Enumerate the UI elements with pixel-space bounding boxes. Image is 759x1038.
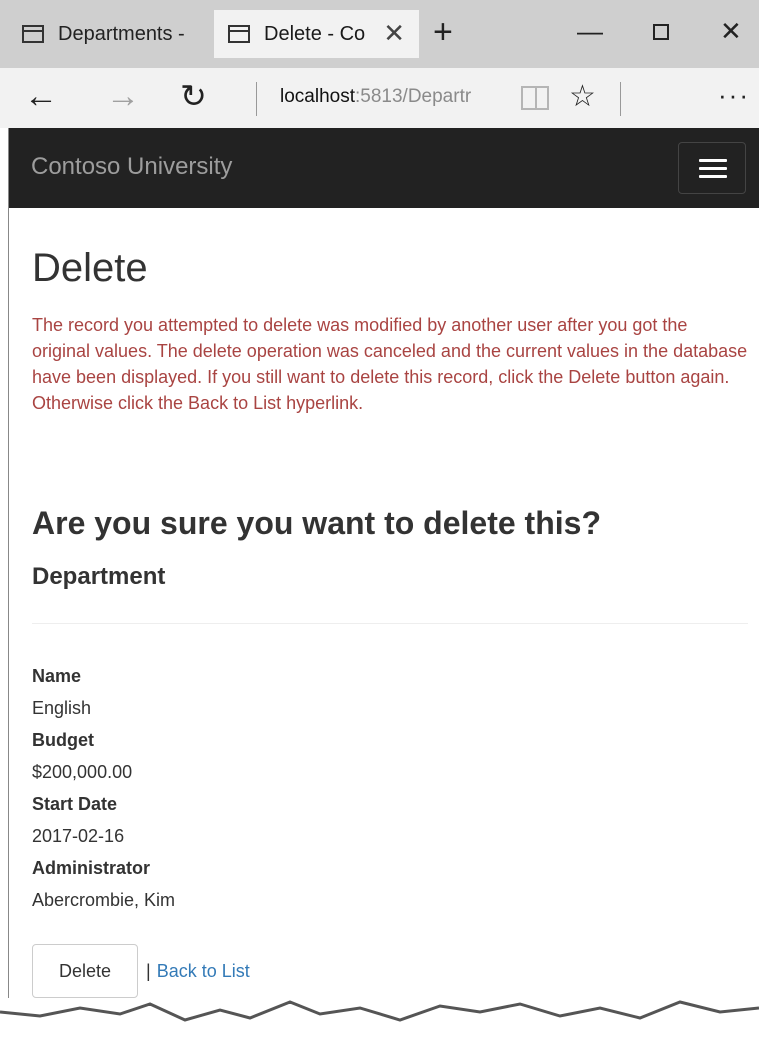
back-arrow-icon[interactable]: ← bbox=[24, 76, 58, 116]
window-frame-edge bbox=[8, 128, 9, 998]
divider bbox=[32, 623, 748, 624]
navbar-toggle-button[interactable] bbox=[678, 142, 746, 194]
site-brand-link[interactable]: Contoso University bbox=[31, 153, 232, 181]
address-separator bbox=[256, 82, 257, 116]
field-value-budget: $200,000.00 bbox=[32, 762, 133, 782]
forward-arrow-icon[interactable]: → bbox=[106, 76, 140, 116]
toolbar-separator bbox=[620, 82, 621, 116]
page-title: Delete bbox=[32, 246, 148, 290]
field-label-administrator: Administrator bbox=[32, 858, 151, 878]
page-icon bbox=[228, 25, 250, 43]
hamburger-icon-bar bbox=[699, 175, 727, 178]
favorite-star-icon[interactable]: ☆ bbox=[569, 80, 596, 114]
concurrency-error-message: The record you attempted to delete was m… bbox=[32, 315, 748, 413]
tab-delete[interactable]: Delete - Co ✕ bbox=[214, 10, 419, 58]
address-bar-row: ← → ↻ localhost:5813/Departr ☆ ··· bbox=[0, 68, 759, 128]
reading-view-icon[interactable] bbox=[521, 86, 549, 110]
field-label-name: Name bbox=[32, 666, 82, 686]
page-icon bbox=[22, 25, 44, 43]
url-path: :5813/Departr bbox=[355, 86, 472, 107]
field-label-start-date: Start Date bbox=[32, 794, 118, 814]
action-separator: | bbox=[146, 960, 151, 981]
tab-close-icon[interactable]: ✕ bbox=[383, 18, 405, 48]
browser-window: Departments - Delete - Co ✕ + — ✕ ← → ↻ … bbox=[0, 0, 759, 1038]
more-options-icon[interactable]: ··· bbox=[718, 80, 750, 110]
details-list: Name English Budget $200,000.00 Start Da… bbox=[32, 660, 175, 916]
url-host: localhost bbox=[280, 86, 355, 107]
tab-title: Departments - bbox=[58, 22, 185, 45]
maximize-icon[interactable] bbox=[653, 14, 669, 48]
field-value-start-date: 2017-02-16 bbox=[32, 826, 125, 846]
field-label-budget: Budget bbox=[32, 730, 94, 750]
torn-edge-decoration bbox=[0, 1000, 759, 1038]
tab-strip: Departments - Delete - Co ✕ + — ✕ bbox=[0, 0, 759, 68]
hamburger-icon-bar bbox=[699, 167, 727, 170]
hamburger-icon bbox=[699, 159, 727, 162]
site-navbar: Contoso University bbox=[9, 128, 759, 208]
entity-heading: Department bbox=[32, 563, 166, 590]
field-value-name: English bbox=[32, 698, 92, 718]
url-field[interactable]: localhost:5813/Departr bbox=[280, 86, 471, 108]
new-tab-icon[interactable]: + bbox=[433, 14, 453, 50]
confirm-heading: Are you sure you want to delete this? bbox=[32, 505, 601, 541]
window-close-icon[interactable]: ✕ bbox=[720, 14, 742, 48]
back-to-list-link[interactable]: Back to List bbox=[157, 961, 250, 982]
refresh-icon[interactable]: ↻ bbox=[180, 76, 207, 116]
tab-title: Delete - Co bbox=[264, 22, 366, 45]
field-value-administrator: Abercrombie, Kim bbox=[32, 890, 176, 910]
tab-departments[interactable]: Departments - bbox=[0, 10, 214, 58]
minimize-icon[interactable]: — bbox=[577, 14, 603, 48]
